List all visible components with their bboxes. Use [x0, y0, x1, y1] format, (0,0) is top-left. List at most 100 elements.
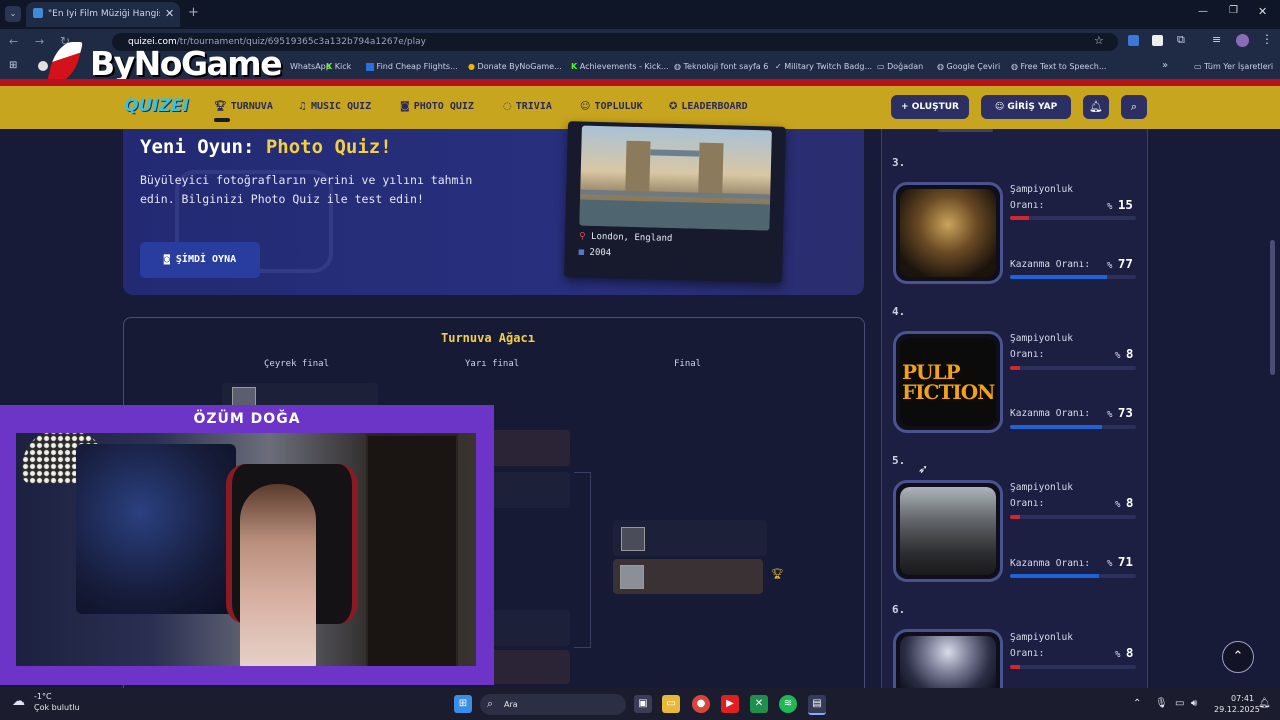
camera-icon: ◙ [400, 101, 410, 112]
watermark-text: ByNoGame [90, 44, 283, 83]
login-button[interactable]: ☺ GİRİŞ YAP [981, 95, 1071, 119]
entry-poster[interactable]: PULP FICTION [893, 331, 1003, 433]
new-tab-button[interactable]: + [188, 5, 199, 20]
back-icon[interactable]: ← [9, 35, 18, 48]
tab-title: "En İyi Film Müziği Hangisi? 🎬 🎵 [48, 9, 160, 19]
bookmark-item[interactable]: K Achievements - Kick... [571, 62, 669, 71]
all-bookmarks[interactable]: ▭ Tüm Yer İşaretleri [1194, 62, 1273, 71]
search-icon[interactable]: ⌕ [1121, 95, 1147, 119]
nav-music-quiz[interactable]: ♫ MUSIC QUIZ [298, 101, 371, 112]
sky-poster [900, 636, 996, 690]
site-logo[interactable]: QUIZEI [124, 96, 189, 116]
bookmark-item[interactable]: K Kick [326, 62, 351, 71]
folder-icon: ▭ [1194, 62, 1202, 71]
clock-date[interactable]: 29.12.2025 [1214, 705, 1260, 714]
puzzle-icon[interactable]: ⧉ [1177, 33, 1185, 47]
battle-crowd-poster [900, 487, 996, 575]
play-now-button[interactable]: ◙ ŞİMDİ OYNA [140, 242, 260, 278]
sidebar-item-partial [938, 129, 993, 132]
taskbar-search-label: Ara [504, 700, 518, 709]
win-rate-value: % 71 [1107, 554, 1133, 569]
entry-poster[interactable] [893, 629, 1003, 690]
music-icon: ♫ [298, 101, 307, 112]
bookmark-item[interactable]: ◍ Teknoloji font sayfa 6 [674, 62, 768, 71]
spotify-icon[interactable]: ≋ [779, 695, 797, 713]
tab-close-icon[interactable]: ✕ [165, 7, 174, 20]
bookmark-item[interactable]: ✓ Military Twitch Badg... [775, 62, 872, 71]
poster-title-line-2: FICTION [902, 380, 995, 404]
xbox-icon[interactable]: ✕ [750, 695, 768, 713]
users-icon: ☺ [580, 101, 591, 112]
win-rate-bar [1010, 275, 1136, 279]
bookmark-item[interactable]: ◍ Google Çeviri [937, 62, 1000, 71]
forward-icon[interactable]: → [35, 35, 44, 48]
github-icon[interactable] [38, 61, 48, 71]
file-explorer-icon[interactable]: ▭ [662, 695, 680, 713]
entry-poster[interactable] [893, 182, 1003, 284]
scroll-to-top-button[interactable]: ⌃ [1222, 641, 1254, 673]
nav-tournament[interactable]: 🏆︎ TURNUVA [214, 101, 273, 112]
champion-rate-fill [1010, 515, 1021, 519]
extension-icon[interactable] [1128, 35, 1139, 46]
bookmark-item[interactable]: Find Cheap Flights... [366, 62, 458, 71]
chat-icon: ◌ [503, 101, 512, 112]
trophy-icon: 🏆︎ [771, 569, 784, 580]
photo-deck [580, 189, 771, 200]
champion-rate-bar [1010, 216, 1136, 220]
page-scrollbar[interactable] [1270, 240, 1275, 375]
bracket-connector [574, 472, 591, 648]
chrome-icon[interactable]: ● [692, 695, 710, 713]
streaming-app-icon[interactable]: ▤ [808, 695, 826, 715]
extension-icon[interactable] [1152, 35, 1163, 46]
win-rate-label: Kazanma Oranı: [1010, 408, 1091, 419]
bookmark-item[interactable]: ● Donate ByNoGame... [468, 62, 562, 71]
bookmarks-overflow-icon[interactable]: » [1162, 60, 1168, 71]
more-icon[interactable]: ⋮ [1261, 32, 1273, 46]
nav-community[interactable]: ☺ TOPLULUK [580, 101, 643, 112]
notifications-icon[interactable]: 🔔︎ [1258, 698, 1271, 709]
harry-potter-poster [900, 189, 996, 277]
browser-tab[interactable]: "En İyi Film Müziği Hangisi? 🎬 🎵 ✕ [26, 2, 180, 27]
volume-icon[interactable]: 🔊︎ [1191, 698, 1197, 709]
nav-leaderboard[interactable]: ✪ LEADERBOARD [669, 101, 748, 112]
round-semifinal: Yarı final [465, 359, 520, 369]
award-icon: ✪ [669, 101, 678, 112]
apps-icon[interactable]: ⊞ [9, 60, 17, 71]
final-slot[interactable] [613, 520, 767, 556]
create-button[interactable]: + OLUŞTUR [891, 95, 969, 119]
champion-rate-label: Şampiyonluk Oranı: [1010, 632, 1073, 659]
clock-time[interactable]: 07:41 [1231, 694, 1254, 703]
trophy-icon: 🏆︎ [214, 101, 227, 112]
nav-photo-quiz[interactable]: ◙ PHOTO QUIZ [400, 101, 474, 112]
youtube-icon[interactable]: ▶ [721, 695, 739, 713]
final-thumbnail [620, 565, 644, 589]
champion-rate-bar [1010, 366, 1136, 370]
entry-poster[interactable] [893, 480, 1003, 582]
nav-active-indicator [214, 118, 230, 122]
camera-icon: ◙ [163, 254, 176, 265]
bracket-title: Turnuva Ağacı [441, 331, 535, 345]
bookmark-star-icon[interactable]: ☆ [1094, 34, 1104, 47]
tray-overflow-icon[interactable]: ⌃ [1133, 698, 1141, 709]
task-view-icon[interactable]: ▣ [634, 695, 652, 713]
taskbar-search[interactable]: ⌕ Ara [480, 694, 626, 715]
minimize-icon[interactable]: — [1198, 6, 1208, 17]
profile-avatar[interactable] [1236, 34, 1249, 47]
microphone-icon[interactable]: 🎙︎ [1155, 698, 1168, 709]
maximize-icon[interactable]: ❐ [1229, 5, 1238, 16]
menu-icon[interactable]: ≡ [1212, 33, 1221, 46]
tab-list-button[interactable]: ⌄ [5, 6, 21, 22]
network-icon[interactable]: ▭ [1175, 698, 1184, 709]
bookmark-item[interactable]: ▭ Doğadan [877, 62, 923, 71]
notification-bell-icon[interactable]: 🔔︎ [1083, 95, 1109, 119]
start-icon[interactable]: ⊞ [454, 695, 472, 713]
bookmark-item[interactable]: ◍ Free Text to Speech... [1011, 62, 1106, 71]
tapestry [76, 444, 236, 614]
nav-trivia[interactable]: ◌ TRIVIA [503, 101, 552, 112]
close-window-icon[interactable]: ✕ [1258, 5, 1267, 18]
win-rate-bar [1010, 425, 1136, 429]
final-slot-winner[interactable] [613, 559, 763, 594]
bookmark-item[interactable]: WhatsApp [290, 62, 331, 71]
rank-number: 6. [892, 603, 906, 616]
flights-icon [366, 62, 374, 71]
